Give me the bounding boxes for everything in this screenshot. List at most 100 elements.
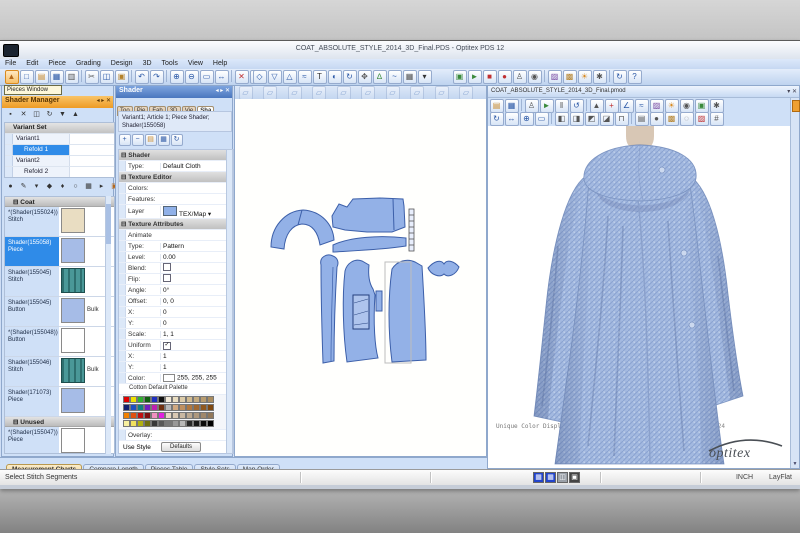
pan-icon[interactable]: ↔: [214, 70, 229, 84]
play-simulation-icon[interactable]: ►: [539, 99, 554, 113]
palette-swatch[interactable]: [172, 420, 179, 427]
piece-tool-icon[interactable]: ◇: [252, 70, 267, 84]
view3d-dock-button[interactable]: [792, 100, 800, 112]
undo-icon[interactable]: ↶: [134, 70, 149, 84]
palette-swatch[interactable]: [172, 396, 179, 403]
palette-swatch[interactable]: [144, 420, 151, 427]
variant-row[interactable]: Variant2: [5, 155, 114, 166]
property-row[interactable]: Colors:: [119, 183, 233, 194]
property-row[interactable]: Flip:: [119, 274, 233, 285]
save-file-icon[interactable]: ▦: [49, 70, 64, 84]
variant-row[interactable]: Variant1: [5, 133, 114, 144]
variant-row[interactable]: Refold 1: [5, 144, 114, 155]
property-row[interactable]: Scale: 1, 1: [119, 329, 233, 340]
back-view-icon[interactable]: ◨: [569, 112, 584, 126]
eyedropper-icon[interactable]: ♦: [57, 181, 69, 193]
color-swatch[interactable]: [163, 374, 175, 382]
palette-swatch[interactable]: [151, 404, 158, 411]
shader-row[interactable]: Shader(155045) Button Bulk: [5, 297, 114, 327]
sync-views-icon[interactable]: ↻: [612, 70, 627, 84]
view3d-titlebar[interactable]: COAT_ABSOLUTE_STYLE_2014_3D_Final.pmod ▾…: [488, 86, 799, 98]
status-3d-view-icon[interactable]: ▦: [545, 472, 556, 483]
shader-list-scrollbar[interactable]: [105, 196, 111, 454]
menu-item-tools[interactable]: Tools: [157, 59, 183, 68]
property-row[interactable]: Type: Pattern: [119, 241, 233, 252]
checkbox[interactable]: [163, 263, 171, 271]
tension-map-icon[interactable]: ▨: [694, 112, 709, 126]
pick-shader-icon[interactable]: ▾: [31, 181, 43, 193]
menu-item-help[interactable]: Help: [208, 59, 232, 68]
palette-swatch[interactable]: [186, 396, 193, 403]
shader-swatch[interactable]: [61, 208, 85, 233]
fabric-editor-icon[interactable]: ▨: [547, 70, 562, 84]
copy-icon[interactable]: ◫: [99, 70, 114, 84]
checkbox[interactable]: ✓: [163, 341, 171, 350]
shader-swatch[interactable]: [61, 388, 85, 413]
shader-group-header[interactable]: ⊟ Unused: [5, 417, 114, 427]
palette-swatch[interactable]: [200, 420, 207, 427]
palette-swatch[interactable]: [179, 404, 186, 411]
property-section[interactable]: ⊟ Shader: [119, 150, 233, 161]
shader-manager-header-controls[interactable]: ◂ ▸ ✕: [97, 97, 111, 104]
delete-shader-icon[interactable]: ✕: [18, 109, 30, 121]
move-tool-icon[interactable]: ✥: [357, 70, 372, 84]
property-row[interactable]: Type: Default Cloth: [119, 161, 233, 172]
palette-swatch[interactable]: [172, 412, 179, 419]
select-3d-icon[interactable]: ▲: [589, 99, 604, 113]
dart-tool-icon[interactable]: △: [282, 70, 297, 84]
property-row[interactable]: Features:: [119, 194, 233, 205]
palette-swatch[interactable]: [179, 412, 186, 419]
palette-swatch[interactable]: [123, 404, 130, 411]
light-settings-icon[interactable]: ☀: [577, 70, 592, 84]
front-view-icon[interactable]: ◧: [554, 112, 569, 126]
view3d-viewport[interactable]: Unique Color Display Mode Size: 124: [488, 126, 791, 468]
table-tool-icon[interactable]: ▦: [402, 70, 417, 84]
palette-swatch[interactable]: [130, 404, 137, 411]
shader-swatch[interactable]: [61, 268, 85, 293]
palette-swatch[interactable]: [123, 412, 130, 419]
palette-swatch[interactable]: [165, 396, 172, 403]
new-shader-icon[interactable]: ▪: [5, 109, 17, 121]
status-split-view-icon[interactable]: ◫: [557, 472, 568, 483]
record-icon[interactable]: ●: [497, 70, 512, 84]
shader-row[interactable]: Shader(171073) Piece: [5, 387, 114, 417]
menu-item-design[interactable]: Design: [106, 59, 138, 68]
property-section[interactable]: ⊟ Texture Editor: [119, 172, 233, 183]
palette-swatch[interactable]: [193, 396, 200, 403]
palette-swatch[interactable]: [200, 396, 207, 403]
stitch-3d-icon[interactable]: ≈: [634, 99, 649, 113]
delete-icon[interactable]: ✕: [234, 70, 249, 84]
settings-3d-icon[interactable]: ✱: [709, 99, 724, 113]
seam-tool-icon[interactable]: ≈: [297, 70, 312, 84]
menu-item-grading[interactable]: Grading: [71, 59, 106, 68]
palette-swatch[interactable]: [172, 404, 179, 411]
menu-item-view[interactable]: View: [183, 59, 208, 68]
palette-link[interactable]: Cotton Default Palette: [119, 384, 233, 395]
shader-panel-header-controls[interactable]: ◂ ▸ ✕: [216, 87, 230, 94]
palette-swatch[interactable]: [137, 396, 144, 403]
palette-swatch[interactable]: [186, 412, 193, 419]
grid-view-icon[interactable]: #: [709, 112, 724, 126]
palette-swatch[interactable]: [158, 412, 165, 419]
import-shader-icon[interactable]: ▼: [57, 109, 69, 121]
notch-tool-icon[interactable]: ▽: [267, 70, 282, 84]
shader-swatch[interactable]: [61, 428, 85, 453]
palette-swatch[interactable]: [123, 420, 130, 427]
palette-swatch[interactable]: [207, 404, 214, 411]
camera-3d-icon[interactable]: ◉: [679, 99, 694, 113]
palette-swatch[interactable]: [158, 420, 165, 427]
copy-shader-icon[interactable]: ◫: [31, 109, 43, 121]
palette-swatch[interactable]: [193, 404, 200, 411]
text-tool-icon[interactable]: T: [312, 70, 327, 84]
palette-swatch[interactable]: [200, 412, 207, 419]
remove-texture-icon[interactable]: −: [131, 134, 144, 146]
property-row[interactable]: Overlay:: [119, 430, 233, 441]
shader-manager-header[interactable]: Shader Manager ◂ ▸ ✕: [2, 96, 113, 108]
texture-editor-icon[interactable]: ▩: [562, 70, 577, 84]
menu-item-3d[interactable]: 3D: [138, 59, 157, 68]
palette-swatch[interactable]: [193, 412, 200, 419]
transparency-mode-icon[interactable]: ◌: [679, 112, 694, 126]
property-row[interactable]: X: 0: [119, 307, 233, 318]
select-cursor-icon[interactable]: ▲: [4, 70, 19, 84]
defaults-button[interactable]: Defaults: [161, 442, 202, 452]
